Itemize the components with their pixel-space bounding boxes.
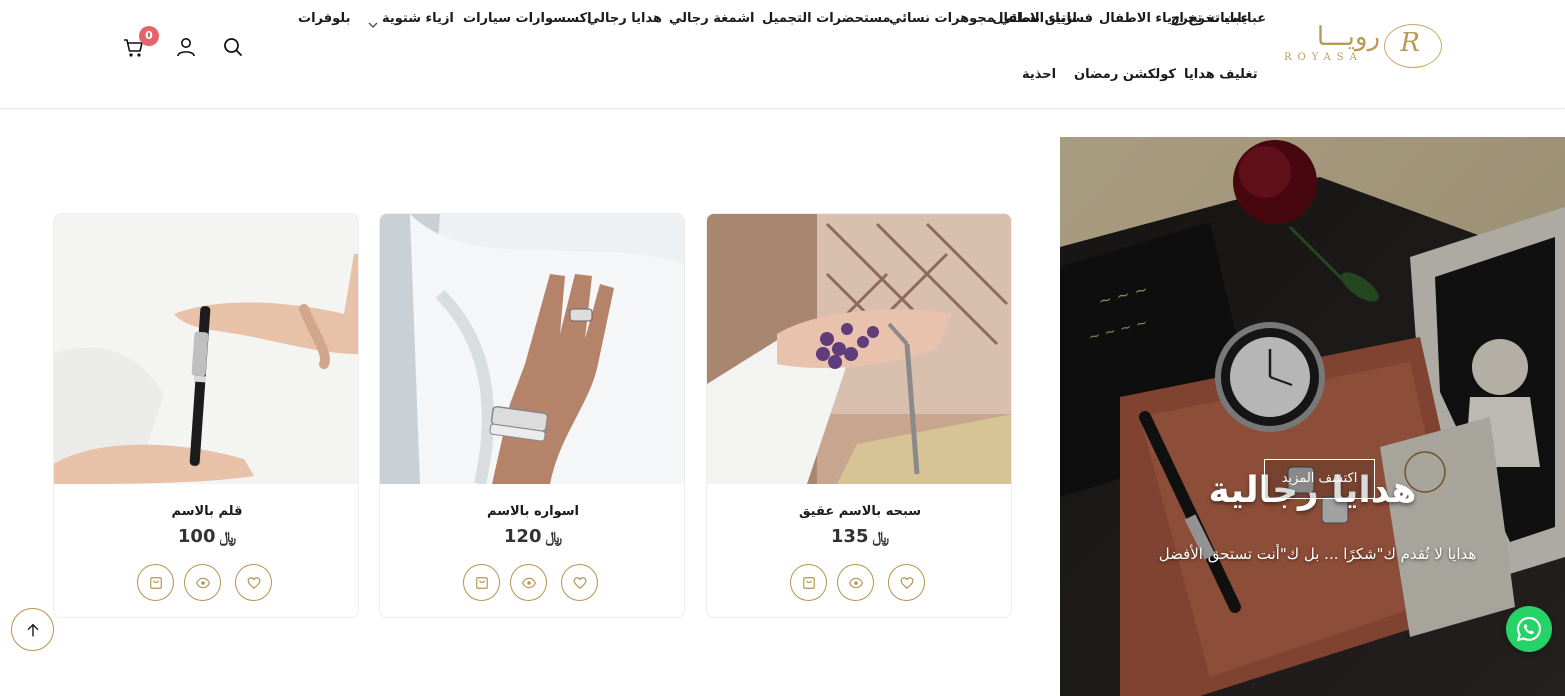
product-price: ﷼120 <box>380 526 684 547</box>
hero-banner[interactable]: ~ ~ ~ ~ ~ ~ ~ هدايا رجالية هدايا لا تُقد… <box>1060 137 1565 696</box>
nav-item-kids-fashion[interactable]: ازياء الاطفال <box>1099 11 1184 26</box>
cart-count-badge: 0 <box>139 26 159 46</box>
eye-icon <box>848 577 863 588</box>
nav-item-men-gifts[interactable]: هدايا رجالي <box>587 11 662 26</box>
product-card[interactable]: سبحه بالاسم عقيق ﷼135 <box>706 213 1012 618</box>
heart-icon <box>900 576 913 589</box>
nav-item-car-accessories[interactable]: اكسسوارات سيارات <box>463 11 592 26</box>
brand-logo[interactable]: رويـــا ROYASA R <box>1282 22 1442 70</box>
price-value: 120 <box>503 526 542 547</box>
scroll-to-top-button[interactable] <box>11 608 54 651</box>
wishlist-button[interactable] <box>235 564 272 601</box>
price-value: 135 <box>830 526 869 547</box>
product-image[interactable] <box>380 214 684 484</box>
currency-symbol: ﷼ <box>872 528 890 546</box>
wishlist-button[interactable] <box>888 564 925 601</box>
eye-icon <box>195 577 210 588</box>
wishlist-button[interactable] <box>561 564 598 601</box>
product-image[interactable] <box>54 214 358 484</box>
discover-more-button[interactable]: اكتشف المزيد <box>1264 459 1375 499</box>
product-card[interactable]: اسواره بالاسم ﷼120 <box>379 213 685 618</box>
add-to-cart-button[interactable] <box>790 564 827 601</box>
nav-item-men-shemagh[interactable]: اشمغة رجالي <box>669 11 754 26</box>
nav-item-winter-fashion[interactable]: ازياء شتوية <box>382 11 454 26</box>
product-name[interactable]: اسواره بالاسم <box>380 504 684 519</box>
quick-view-button[interactable] <box>510 564 547 601</box>
nav-item-gift-wrapping[interactable]: تغليف هدايا <box>1184 67 1258 82</box>
nav-item-pullovers[interactable]: بلوفرات <box>298 11 350 26</box>
nav-item-cosmetics[interactable]: مستحضرات التجميل <box>762 11 891 26</box>
logo-monogram: R <box>1400 28 1420 58</box>
product-price: ﷼100 <box>54 526 358 547</box>
hero-subtitle: هدايا لا تُقدم ك"شكرًا ... بل ك"أنت تستح… <box>1158 545 1477 563</box>
product-name[interactable]: سبحه بالاسم عقيق <box>707 504 1011 519</box>
currency-symbol: ﷼ <box>219 528 237 546</box>
logo-text-arabic: رويـــا <box>1316 22 1380 52</box>
quick-view-button[interactable] <box>184 564 221 601</box>
logo-text-english: ROYASA <box>1284 52 1363 63</box>
shopping-bag-icon <box>475 576 488 589</box>
currency-symbol: ﷼ <box>545 528 563 546</box>
product-name[interactable]: قلم بالاسم <box>54 504 358 519</box>
search-icon[interactable] <box>221 35 245 59</box>
shopping-bag-icon <box>802 576 815 589</box>
nav-item-shoes[interactable]: احذية <box>1022 67 1056 82</box>
add-to-cart-button[interactable] <box>137 564 174 601</box>
whatsapp-icon <box>1516 616 1542 642</box>
nav-item-women-dresses[interactable]: فساتين نسائي <box>999 11 1093 26</box>
nav-item-women-jewelry[interactable]: مجوهرات نسائي <box>889 11 995 26</box>
hero-image: ~ ~ ~ ~ ~ ~ ~ <box>1060 137 1565 696</box>
whatsapp-chat-button[interactable] <box>1506 606 1552 652</box>
user-icon[interactable] <box>174 35 198 59</box>
eye-icon <box>521 577 536 588</box>
shopping-bag-icon <box>149 576 162 589</box>
site-header: رويـــا ROYASA R عبايات تخرج ازياء الاطف… <box>0 0 1565 109</box>
chevron-down-icon[interactable] <box>368 14 378 33</box>
arrow-up-icon <box>27 623 38 637</box>
product-price: ﷼135 <box>707 526 1011 547</box>
product-image[interactable] <box>707 214 1011 484</box>
nav-item-ramadan-collection[interactable]: كولكشن رمضان <box>1074 67 1176 82</box>
nav-item-graduation-abayas[interactable]: عبايات تخرج <box>1188 11 1266 26</box>
price-value: 100 <box>177 526 216 547</box>
quick-view-button[interactable] <box>837 564 874 601</box>
product-card[interactable]: قلم بالاسم ﷼100 <box>53 213 359 618</box>
heart-icon <box>247 576 260 589</box>
heart-icon <box>573 576 586 589</box>
add-to-cart-button[interactable] <box>463 564 500 601</box>
